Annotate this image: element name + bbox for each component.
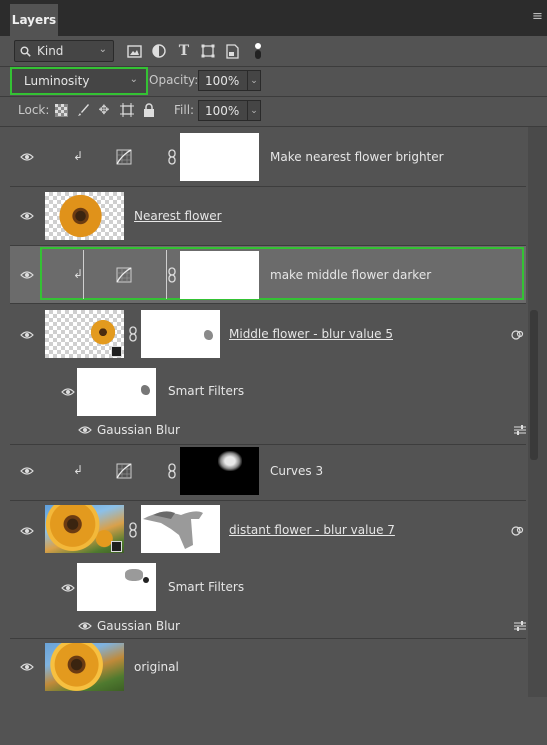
smart-filter-mask-thumbnail[interactable] xyxy=(77,368,156,416)
opacity-label: Opacity: xyxy=(149,73,199,87)
filter-name[interactable]: Gaussian Blur xyxy=(97,619,180,633)
shape-layer-filter-icon[interactable] xyxy=(200,43,216,59)
curves-adjustment-icon xyxy=(116,149,132,165)
link-chain-icon[interactable] xyxy=(167,149,177,165)
panel-empty-area xyxy=(0,697,547,745)
eye-icon[interactable] xyxy=(20,330,34,340)
lock-artboard-icon[interactable] xyxy=(119,102,135,118)
smart-object-filter-icon[interactable] xyxy=(224,43,240,59)
link-chain-icon[interactable] xyxy=(167,463,177,479)
layer-name[interactable]: Curves 3 xyxy=(270,464,323,478)
lock-all-icon[interactable] xyxy=(141,102,157,118)
eye-icon[interactable] xyxy=(61,583,75,593)
blend-mode-value: Luminosity xyxy=(24,74,90,88)
layer-mask-thumbnail[interactable] xyxy=(141,505,220,553)
layer-row-make-middle-flower-darker[interactable]: ↲ make middle flower darker xyxy=(10,246,526,303)
smart-filter-mask-thumbnail[interactable] xyxy=(77,563,156,611)
layer-mask-thumbnail[interactable] xyxy=(141,310,220,358)
layer-row-nearest-flower[interactable]: Nearest flower xyxy=(10,187,526,245)
opacity-dropdown-button[interactable]: ⌄ xyxy=(247,70,261,91)
smart-filters-label[interactable]: Smart Filters xyxy=(168,384,244,398)
mask-shape xyxy=(218,451,242,471)
smart-filter-fx-icon[interactable] xyxy=(511,329,525,341)
layer-row-distant-flower[interactable]: distant flower - blur value 7 Smart Filt… xyxy=(10,501,526,638)
filter-blending-options-icon[interactable] xyxy=(514,621,526,631)
lock-transparent-pixels-icon[interactable] xyxy=(53,102,69,118)
layer-row-original[interactable]: original xyxy=(10,639,526,697)
layer-mask-thumbnail[interactable] xyxy=(180,447,259,495)
fill-dropdown-button[interactable]: ⌄ xyxy=(247,100,261,121)
layer-name[interactable]: make middle flower darker xyxy=(270,268,431,282)
type-layer-filter-icon[interactable]: T xyxy=(176,43,192,59)
eye-icon[interactable] xyxy=(20,662,34,672)
mask-shape xyxy=(125,569,143,581)
eye-icon[interactable] xyxy=(78,621,92,631)
clipping-mask-icon: ↲ xyxy=(73,149,84,163)
eye-icon[interactable] xyxy=(20,526,34,536)
opacity-input[interactable]: 100% xyxy=(198,70,248,91)
layer-thumbnail[interactable] xyxy=(45,505,124,553)
layer-name[interactable]: Middle flower - blur value 5 xyxy=(229,327,393,341)
layer-row-curves-3[interactable]: ↲ Curves 3 xyxy=(10,445,526,500)
fill-label: Fill: xyxy=(174,103,195,117)
sunflower-image xyxy=(45,192,124,240)
curves-adjustment-icon xyxy=(116,267,132,283)
divider xyxy=(0,96,547,97)
hamburger-menu-icon[interactable]: ≡ xyxy=(532,10,544,24)
clipping-mask-icon: ↲ xyxy=(73,463,84,477)
eye-icon[interactable] xyxy=(20,152,34,162)
lock-position-icon[interactable]: ✥ xyxy=(96,102,112,118)
search-icon xyxy=(20,46,31,57)
layer-row-make-nearest-flower-brighter[interactable]: ↲ Make nearest flower brighter xyxy=(10,127,526,186)
fill-input[interactable]: 100% xyxy=(198,100,248,121)
chevron-down-icon: ⌄ xyxy=(129,74,138,85)
list-left-gutter xyxy=(0,127,10,697)
clipping-mask-icon: ↲ xyxy=(73,267,84,281)
eye-icon[interactable] xyxy=(20,211,34,221)
layer-thumbnail[interactable] xyxy=(45,643,124,691)
layer-thumbnail[interactable] xyxy=(45,192,124,240)
adjustment-layer-filter-icon[interactable] xyxy=(151,43,167,59)
smart-filters-label[interactable]: Smart Filters xyxy=(168,580,244,594)
link-chain-icon[interactable] xyxy=(167,267,177,283)
tab-layers[interactable]: Layers xyxy=(10,4,58,36)
scrollbar-thumb[interactable] xyxy=(530,310,538,460)
layer-name[interactable]: Make nearest flower brighter xyxy=(270,150,444,164)
layer-name[interactable]: original xyxy=(134,660,179,674)
layer-mask-thumbnail[interactable] xyxy=(180,251,259,299)
layer-name[interactable]: Nearest flower xyxy=(134,209,222,223)
mask-shape xyxy=(143,511,203,549)
mask-shape xyxy=(143,577,149,583)
pixel-layer-filter-icon[interactable] xyxy=(126,43,142,59)
eye-icon[interactable] xyxy=(78,425,92,435)
curves-adjustment-icon xyxy=(116,463,132,479)
smart-filter-fx-icon[interactable] xyxy=(511,525,525,537)
link-chain-icon[interactable] xyxy=(128,326,138,342)
layer-thumbnail[interactable] xyxy=(45,310,124,358)
filter-name[interactable]: Gaussian Blur xyxy=(97,423,180,437)
link-chain-icon[interactable] xyxy=(128,522,138,538)
layer-mask-thumbnail[interactable] xyxy=(180,133,259,181)
layer-name[interactable]: distant flower - blur value 7 xyxy=(229,523,395,537)
blend-mode-select[interactable]: Luminosity ⌄ xyxy=(10,67,148,95)
kind-filter-label: Kind xyxy=(37,44,64,58)
filter-toggle-icon[interactable] xyxy=(250,43,266,59)
mask-shape xyxy=(141,385,150,395)
chevron-down-icon: ⌄ xyxy=(98,44,107,55)
eye-icon[interactable] xyxy=(20,466,34,476)
kind-filter-select[interactable]: Kind ⌄ xyxy=(14,40,114,62)
layer-row-middle-flower[interactable]: Middle flower - blur value 5 Smart Filte… xyxy=(10,304,526,444)
divider xyxy=(83,250,84,299)
mask-shape xyxy=(204,330,213,340)
smart-object-badge-icon xyxy=(111,346,122,357)
eye-icon[interactable] xyxy=(20,270,34,280)
lock-image-pixels-icon[interactable] xyxy=(75,102,91,118)
filter-blending-options-icon[interactable] xyxy=(514,425,526,435)
lock-label: Lock: xyxy=(18,103,50,117)
eye-icon[interactable] xyxy=(61,387,75,397)
panel-tab-bar xyxy=(0,0,547,36)
smart-object-badge-icon xyxy=(111,541,122,552)
